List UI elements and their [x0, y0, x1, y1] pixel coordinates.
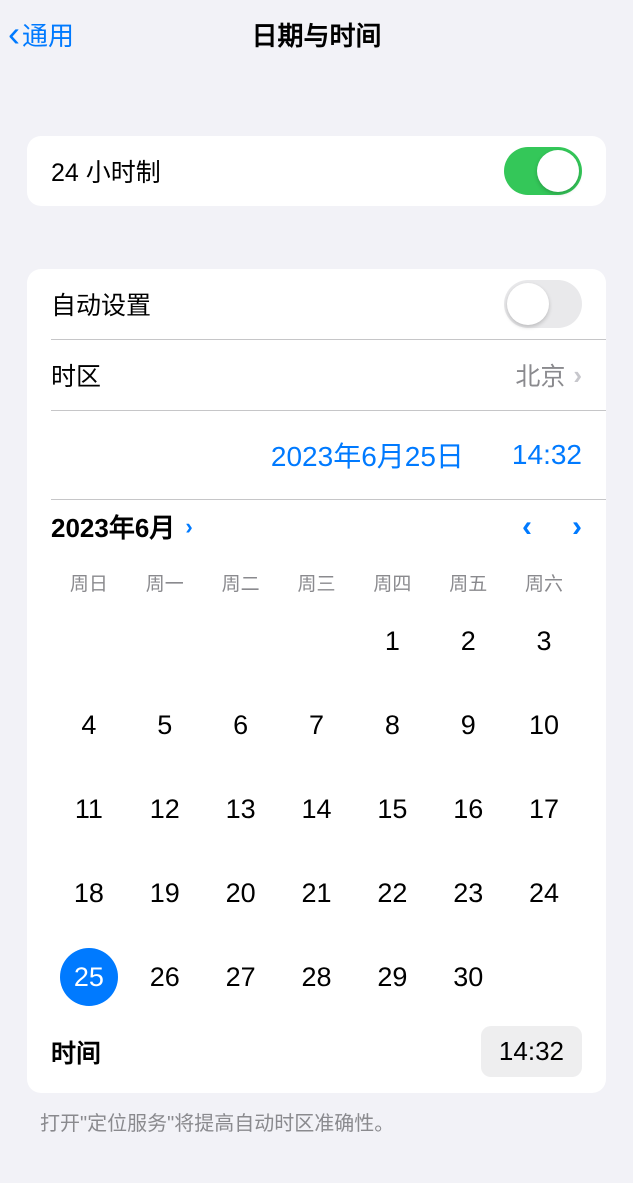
day-cell[interactable]: 5: [127, 696, 203, 754]
weekday-label: 周三: [279, 569, 355, 596]
back-label: 通用: [22, 16, 74, 53]
section-datetime: 自动设置 时区 北京 › 2023年6月25日 14:32 2023年6月 › …: [27, 269, 606, 1093]
days-grid: 1234567891011121314151617181920212223242…: [51, 612, 582, 1006]
day-cell[interactable]: 28: [279, 948, 355, 1006]
timezone-text: 北京: [515, 357, 565, 393]
row-24hour: 24 小时制: [27, 136, 606, 206]
row-timezone[interactable]: 时区 北京 ›: [27, 340, 606, 410]
month-year-button[interactable]: 2023年6月 ›: [51, 508, 193, 545]
back-button[interactable]: ‹ 通用: [8, 16, 74, 53]
chevron-left-icon: ‹: [8, 16, 20, 52]
value-timezone: 北京 ›: [515, 357, 582, 393]
day-cell[interactable]: 19: [127, 864, 203, 922]
day-cell[interactable]: 17: [506, 780, 582, 838]
weekday-label: 周六: [506, 569, 582, 596]
day-cell[interactable]: 25: [51, 948, 127, 1006]
day-cell[interactable]: 11: [51, 780, 127, 838]
time-display[interactable]: 14:32: [512, 439, 582, 471]
toggle-knob: [507, 283, 549, 325]
header: ‹ 通用 日期与时间: [0, 0, 633, 68]
toggle-auto[interactable]: [504, 280, 582, 328]
day-cell[interactable]: 24: [506, 864, 582, 922]
day-cell[interactable]: 6: [203, 696, 279, 754]
day-cell[interactable]: 14: [279, 780, 355, 838]
page-title: 日期与时间: [251, 16, 381, 53]
weekday-label: 周一: [127, 569, 203, 596]
label-24hour: 24 小时制: [51, 153, 161, 189]
day-cell[interactable]: 2: [430, 612, 506, 670]
day-cell[interactable]: 27: [203, 948, 279, 1006]
day-cell[interactable]: 7: [279, 696, 355, 754]
weekday-label: 周五: [430, 569, 506, 596]
row-datetime-display: 2023年6月25日 14:32: [27, 411, 606, 499]
calendar: 2023年6月 › ‹ › 周日周一周二周三周四周五周六 12345678910…: [27, 500, 606, 1093]
day-cell[interactable]: 30: [430, 948, 506, 1006]
day-cell[interactable]: 16: [430, 780, 506, 838]
day-cell[interactable]: 29: [354, 948, 430, 1006]
day-cell[interactable]: 10: [506, 696, 582, 754]
day-cell[interactable]: 4: [51, 696, 127, 754]
date-display[interactable]: 2023年6月25日: [271, 435, 464, 475]
weekday-row: 周日周一周二周三周四周五周六: [51, 569, 582, 596]
day-cell[interactable]: 15: [354, 780, 430, 838]
day-cell[interactable]: 8: [354, 696, 430, 754]
day-cell[interactable]: 23: [430, 864, 506, 922]
day-cell[interactable]: 12: [127, 780, 203, 838]
day-cell[interactable]: 26: [127, 948, 203, 1006]
toggle-knob: [537, 150, 579, 192]
toggle-24hour[interactable]: [504, 147, 582, 195]
footer-note: 打开"定位服务"将提高自动时区准确性。: [40, 1107, 593, 1136]
day-cell[interactable]: 3: [506, 612, 582, 670]
time-picker-button[interactable]: 14:32: [481, 1026, 582, 1077]
day-cell[interactable]: 1: [354, 612, 430, 670]
weekday-label: 周四: [354, 569, 430, 596]
day-cell[interactable]: 22: [354, 864, 430, 922]
next-month-button[interactable]: ›: [572, 510, 582, 544]
chevron-right-icon: ›: [573, 360, 582, 391]
label-time: 时间: [51, 1034, 101, 1070]
nav-arrows: ‹ ›: [522, 510, 582, 544]
row-time: 时间 14:32: [51, 1026, 582, 1077]
label-timezone: 时区: [51, 357, 101, 393]
weekday-label: 周二: [203, 569, 279, 596]
month-year-label: 2023年6月: [51, 508, 175, 545]
day-cell[interactable]: 13: [203, 780, 279, 838]
row-auto: 自动设置: [27, 269, 606, 339]
prev-month-button[interactable]: ‹: [522, 510, 532, 544]
day-cell[interactable]: 21: [279, 864, 355, 922]
day-cell[interactable]: 20: [203, 864, 279, 922]
day-cell[interactable]: 18: [51, 864, 127, 922]
chevron-right-icon: ›: [185, 514, 192, 540]
section-24hour: 24 小时制: [27, 136, 606, 206]
label-auto: 自动设置: [51, 286, 151, 322]
weekday-label: 周日: [51, 569, 127, 596]
day-cell[interactable]: 9: [430, 696, 506, 754]
calendar-header: 2023年6月 › ‹ ›: [51, 508, 582, 545]
